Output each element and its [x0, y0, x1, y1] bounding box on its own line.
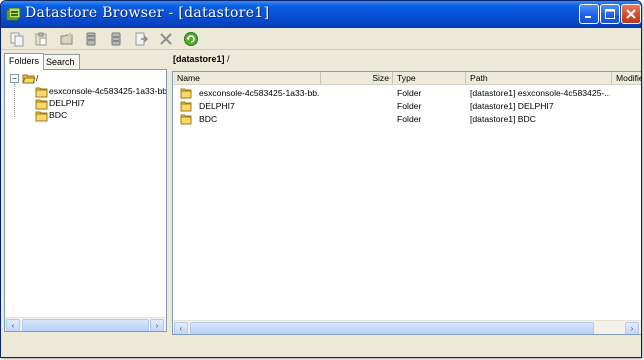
- paste-icon: [35, 32, 47, 46]
- scroll-left-button[interactable]: ‹: [6, 319, 20, 331]
- toolbar: [1, 28, 641, 50]
- list-item[interactable]: esxconsole-4c583425-1a33-bb... Folder [d…: [173, 87, 641, 100]
- folder-icon: [35, 99, 48, 110]
- column-header-path[interactable]: Path: [466, 72, 612, 84]
- maximize-button[interactable]: [600, 4, 620, 24]
- scroll-thumb[interactable]: [190, 322, 594, 334]
- item-type: Folder: [397, 88, 422, 98]
- close-button[interactable]: [621, 4, 641, 24]
- refresh-icon: [184, 32, 198, 46]
- delete-button[interactable]: [157, 30, 175, 48]
- minimize-icon: [585, 16, 591, 18]
- tree-connector-line: [14, 83, 15, 117]
- move-icon: [135, 32, 149, 46]
- column-header-type[interactable]: Type: [393, 72, 466, 84]
- tree-node-label: esxconsole-4c583425-1a33-bbc: [49, 86, 167, 96]
- upload-icon: [86, 32, 96, 46]
- datastore-browser-window: Datastore Browser - [datastore1] Folders…: [0, 0, 642, 358]
- list-header: Name Size Type Path Modifie: [173, 72, 641, 85]
- new-folder-button[interactable]: [58, 30, 76, 48]
- folder-icon: [35, 87, 48, 98]
- current-path: [datastore1] /: [173, 54, 230, 64]
- refresh-button[interactable]: [182, 30, 200, 48]
- list-item[interactable]: DELPHI7 Folder [datastore1] DELPHI7: [173, 100, 641, 113]
- item-type: Folder: [397, 101, 422, 111]
- tab-search[interactable]: Search: [41, 54, 80, 69]
- scroll-thumb[interactable]: [22, 319, 149, 331]
- delete-icon: [160, 33, 172, 45]
- scroll-left-button[interactable]: ‹: [174, 322, 188, 334]
- tab-folders[interactable]: Folders: [4, 53, 45, 70]
- datastore-icon: [6, 7, 21, 21]
- folder-icon: [180, 101, 192, 112]
- column-header-name[interactable]: Name: [173, 72, 321, 84]
- tree-node-label: DELPHI7: [49, 98, 85, 108]
- tree-node-label: BDC: [49, 110, 68, 120]
- title-bar[interactable]: Datastore Browser - [datastore1]: [1, 1, 641, 28]
- scroll-right-button[interactable]: ›: [150, 319, 164, 331]
- item-path: [datastore1] DELPHI7: [470, 101, 554, 111]
- column-header-size[interactable]: Size: [321, 72, 393, 84]
- folder-tree[interactable]: − / esxconsole-4c583425-1a33-bbc DELPHI7…: [4, 69, 167, 332]
- scroll-right-button[interactable]: ›: [625, 322, 639, 334]
- close-icon: [626, 9, 636, 19]
- open-folder-icon: [22, 74, 36, 84]
- new-folder-icon: [60, 32, 73, 45]
- tree-horizontal-scrollbar[interactable]: ‹ ›: [5, 317, 166, 331]
- file-list[interactable]: Name Size Type Path Modifie esxconsole-4…: [172, 71, 641, 335]
- copy-button[interactable]: [8, 30, 26, 48]
- paste-button[interactable]: [32, 30, 50, 48]
- download-button[interactable]: [107, 30, 125, 48]
- item-path: [datastore1] BDC: [470, 114, 536, 124]
- copy-icon: [10, 32, 24, 47]
- folder-icon: [180, 88, 192, 99]
- window-title: Datastore Browser - [datastore1]: [25, 5, 270, 21]
- minimize-button[interactable]: [579, 4, 599, 24]
- list-item[interactable]: BDC Folder [datastore1] BDC: [173, 113, 641, 126]
- download-icon: [111, 32, 121, 46]
- folder-icon: [35, 111, 48, 122]
- item-name: DELPHI7: [199, 101, 235, 111]
- move-button[interactable]: [132, 30, 150, 48]
- maximize-icon: [605, 9, 615, 19]
- item-path: [datastore1] esxconsole-4c583425-...: [470, 88, 610, 98]
- item-type: Folder: [397, 114, 422, 124]
- current-datastore: [datastore1]: [173, 54, 225, 64]
- pane-tabs: Folders Search: [4, 53, 167, 70]
- collapse-toggle[interactable]: −: [10, 74, 19, 83]
- column-header-modified[interactable]: Modifie: [612, 72, 641, 84]
- item-name: esxconsole-4c583425-1a33-bb...: [199, 88, 319, 98]
- tree-node-label: /: [36, 73, 39, 83]
- folders-pane: Folders Search − / esxconsole-4c583425-1…: [4, 53, 167, 332]
- list-horizontal-scrollbar[interactable]: ‹ ›: [173, 320, 641, 334]
- upload-button[interactable]: [82, 30, 100, 48]
- folder-icon: [180, 114, 192, 125]
- item-name: BDC: [199, 114, 218, 124]
- current-folder: /: [224, 54, 230, 64]
- contents-pane: [datastore1] / Name Size Type Path Modif…: [172, 53, 641, 336]
